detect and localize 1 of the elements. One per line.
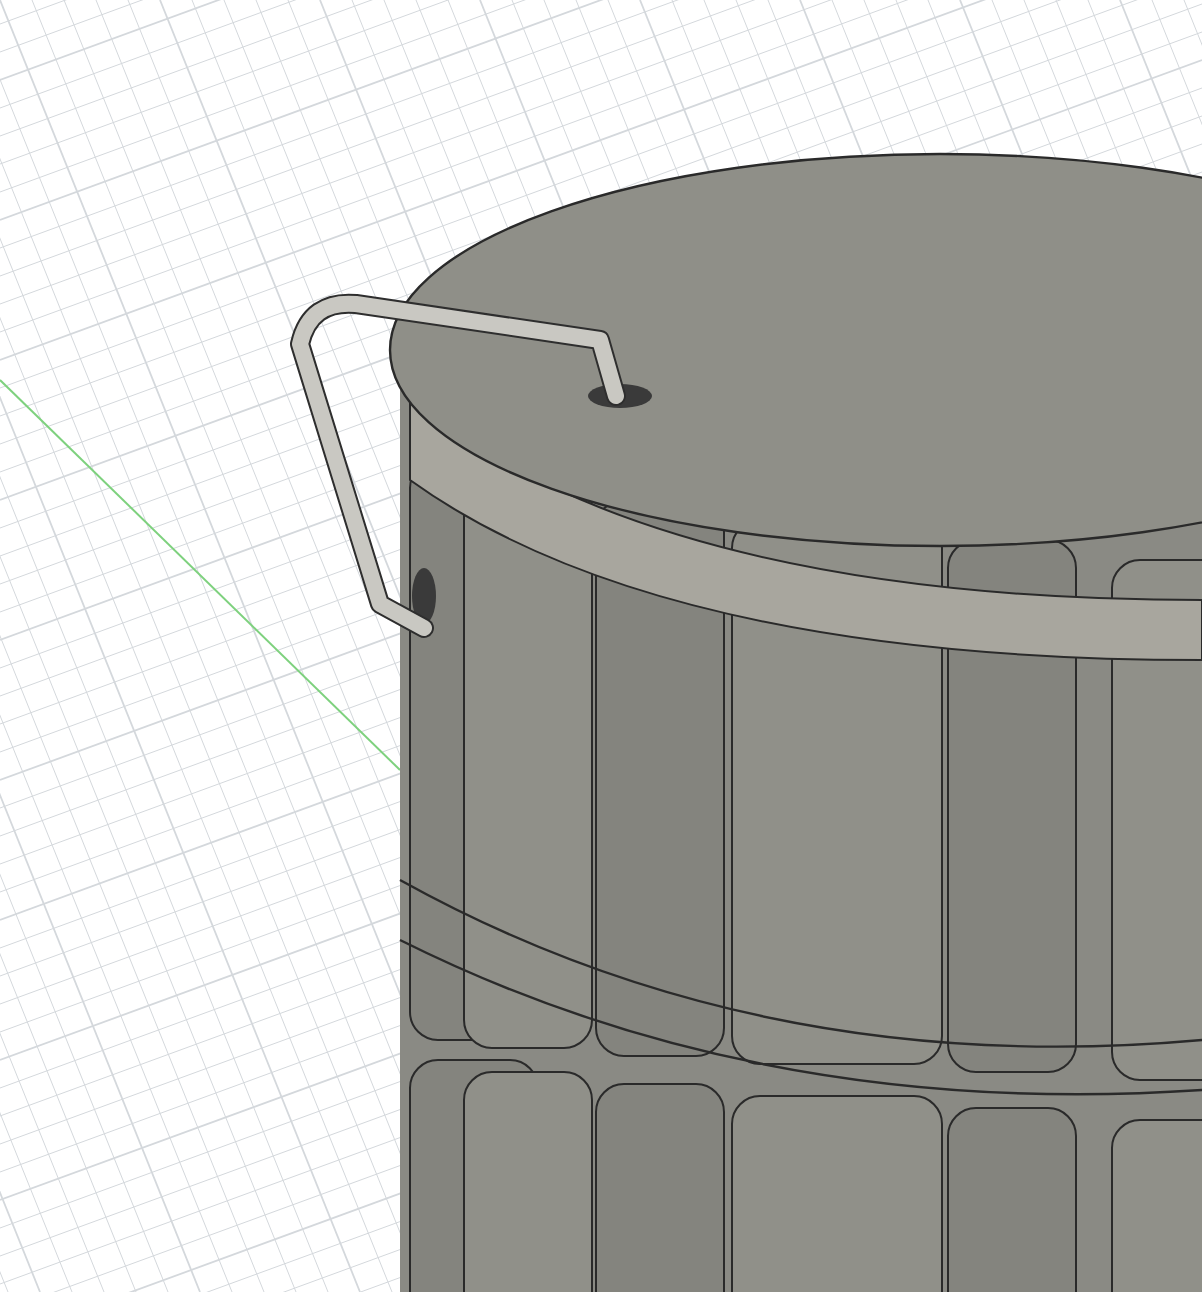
cad-viewport[interactable] [0,0,1202,1292]
